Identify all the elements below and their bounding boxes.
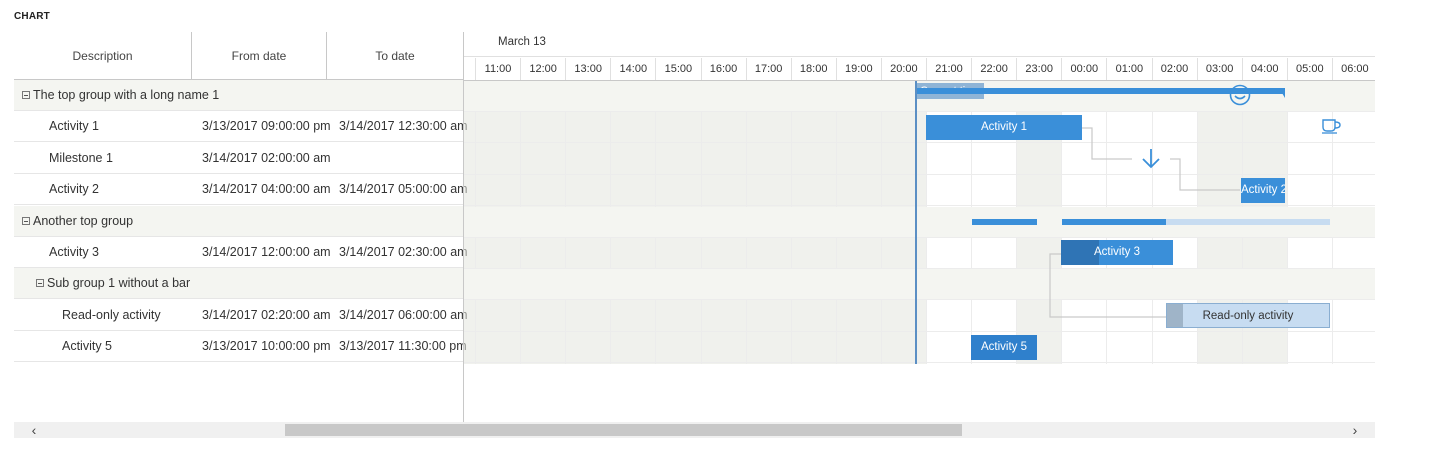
bar-activity-1[interactable]: Activity 1 <box>926 115 1082 140</box>
cell-from-date: 3/13/2017 10:00:00 pm <box>202 339 331 354</box>
timeline-hour: 00:00 <box>1061 58 1106 80</box>
column-header-description[interactable]: Description <box>14 32 192 80</box>
cell-from-date: 3/14/2017 04:00:00 am <box>202 182 331 197</box>
timeline-hour: 23:00 <box>1016 58 1061 80</box>
timeline-hour: 11:00 <box>475 58 520 80</box>
row-label: Sub group 1 without a bar <box>47 276 191 291</box>
cell-description: Activity 3 <box>49 237 99 268</box>
table-row[interactable]: Activity 2 3/14/2017 04:00:00 am 3/14/2017… <box>14 174 468 206</box>
cell-to-date: 3/14/2017 02:30:00 am <box>339 245 468 259</box>
timeline-hour: 17:00 <box>745 58 791 80</box>
group-summary-bar-2b[interactable] <box>1062 219 1166 225</box>
cell-to-date: 3/13/2017 11:30:00 pm <box>339 339 467 354</box>
timeline-hour: 16:00 <box>700 58 746 80</box>
collapse-icon[interactable] <box>22 216 30 225</box>
chart-row <box>464 144 1375 175</box>
collapse-icon[interactable] <box>36 279 44 288</box>
cell-description: Read-only activity <box>62 300 161 331</box>
row-label: Read-only activity <box>62 307 161 322</box>
timeline-hour: 06:00 <box>1331 58 1375 80</box>
bar-read-only-progress <box>1167 304 1183 327</box>
cell-description: Another top group <box>22 206 133 237</box>
cell-from-date: 3/14/2017 12:00:00 am <box>202 245 331 259</box>
coffee-cup-icon <box>1322 119 1341 134</box>
timeline-hour: 12:00 <box>520 58 565 80</box>
current-time-line <box>915 81 917 364</box>
timeline-month-label: March 13 <box>498 36 546 48</box>
cell-from-date: 3/14/2017 02:20:00 am <box>202 307 331 322</box>
table-row[interactable]: Read-only activity 3/14/2017 02:20:00 am 3… <box>14 300 468 331</box>
cell-to-date: 3/14/2017 05:00:00 am <box>339 182 468 197</box>
chart-row <box>464 238 1375 269</box>
row-label: Activity 1 <box>49 119 100 134</box>
timeline-hour: 14:00 <box>610 58 655 80</box>
cell-description: Activity 2 <box>49 174 99 205</box>
collapse-icon[interactable] <box>22 91 30 99</box>
bar-activity-5[interactable]: Activity 5 <box>971 335 1037 360</box>
chart-row <box>464 332 1375 364</box>
chart-row <box>464 269 1375 301</box>
cell-description: Sub group 1 without a bar <box>36 268 190 299</box>
cell-to-date: 3/14/2017 06:00:00 am <box>339 307 468 322</box>
timeline-hour: 18:00 <box>790 58 836 80</box>
cell-to-date: 3/14/2017 12:30:00 am <box>339 119 468 134</box>
row-label: Activity 3 <box>49 245 100 259</box>
group-row[interactable]: Another top group <box>14 205 463 237</box>
cell-description: Milestone 1 <box>49 143 113 174</box>
scrollbar-thumb[interactable] <box>285 424 962 436</box>
column-header-from-date[interactable]: From date <box>192 32 327 80</box>
group-summary-bar-2c <box>1166 219 1330 225</box>
row-label: The top group with a long name 1 <box>33 88 220 102</box>
summary-end-marker <box>1279 88 1285 98</box>
cell-from-date: 3/13/2017 09:00:00 pm <box>202 119 331 134</box>
bar-read-only-label: Read-only activity <box>1202 310 1294 322</box>
down-arrow-icon[interactable] <box>1140 147 1162 171</box>
timeline-hour: 04:00 <box>1241 58 1287 80</box>
chart-row <box>464 112 1375 144</box>
row-label: Milestone 1 <box>49 150 113 165</box>
timeline-hour: 15:00 <box>655 58 700 80</box>
row-label: Activity 2 <box>49 182 100 197</box>
smiley-icon <box>1229 84 1251 106</box>
timeline-hour: 02:00 <box>1151 58 1197 80</box>
bar-activity-2[interactable]: Activity 2 <box>1241 178 1285 203</box>
table-row[interactable]: Milestone 1 3/14/2017 02:00:00 am <box>14 143 463 174</box>
cell-description: Activity 5 <box>62 331 112 362</box>
horizontal-scrollbar[interactable]: ‹ › <box>14 422 1375 438</box>
chart-title: CHART <box>14 11 50 22</box>
timeline-hour: 20:00 <box>880 58 926 80</box>
group-row[interactable]: The top group with a long name 1 <box>14 80 463 111</box>
group-row[interactable]: Sub group 1 without a bar <box>14 268 463 300</box>
group-summary-bar-2a[interactable] <box>972 219 1037 225</box>
bar-activity-3-label: Activity 3 <box>1093 246 1140 258</box>
timeline-hour: 01:00 <box>1106 58 1151 80</box>
timeline-hour: 03:00 <box>1196 58 1242 80</box>
scroll-left-icon[interactable]: ‹ <box>24 422 44 438</box>
table-row[interactable]: Activity 3 3/14/2017 12:00:00 am 3/14/2017… <box>14 237 468 268</box>
timeline-hour: 22:00 <box>971 58 1016 80</box>
timeline-hour: 05:00 <box>1286 58 1332 80</box>
table-row[interactable]: Activity 5 3/13/2017 10:00:00 pm 3/13/2017… <box>14 331 467 363</box>
chart-row <box>464 175 1375 207</box>
timeline-hour: 13:00 <box>565 58 610 80</box>
timeline-hour: 21:00 <box>926 58 971 80</box>
row-label: Another top group <box>33 213 134 228</box>
bar-read-only-activity: Read-only activity <box>1166 303 1330 328</box>
table-row[interactable]: Activity 1 3/13/2017 09:00:00 pm 3/14/2017… <box>14 111 468 143</box>
gantt-chart-area: March 13 11:00 12:00 13:00 14:00 15:00 16:00 1… <box>464 32 1375 422</box>
scroll-right-icon[interactable]: › <box>1345 422 1365 438</box>
row-label: Activity 5 <box>62 339 113 354</box>
cell-description: The top group with a long name 1 <box>22 80 219 111</box>
timeline-hour: 19:00 <box>835 58 881 80</box>
cell-description: Activity 1 <box>49 111 99 142</box>
column-header-to-date[interactable]: To date <box>327 32 463 80</box>
bar-activity-3[interactable]: Activity 3 <box>1061 240 1173 265</box>
cell-from-date: 3/14/2017 02:00:00 am <box>202 150 331 165</box>
